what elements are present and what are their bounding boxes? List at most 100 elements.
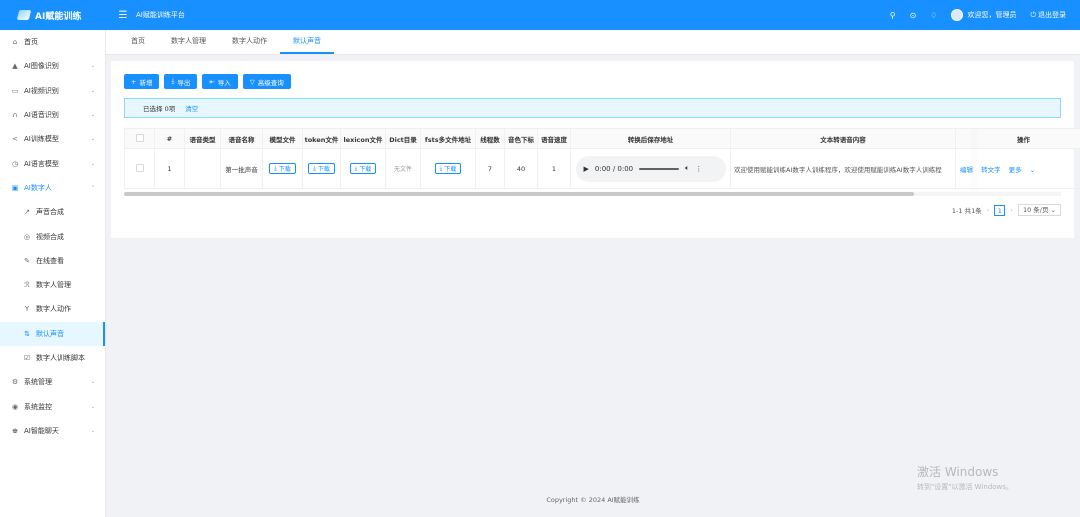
- column-header: 语音名称: [220, 128, 263, 149]
- more-dropdown[interactable]: 更多 ⌄: [1009, 166, 1042, 174]
- sidebar-item-digital-human-action[interactable]: Y 数字人动作: [0, 297, 105, 321]
- sidebar-item-online-view[interactable]: ✎ 在线查看: [0, 249, 105, 273]
- volume-icon[interactable]: 🔈︎: [685, 164, 689, 173]
- chevron-down-icon: ⌄: [90, 63, 95, 70]
- video-icon: ▭: [11, 86, 19, 95]
- target-icon: ◎: [23, 232, 31, 241]
- scrollbar-thumb[interactable]: [124, 192, 914, 196]
- advanced-query-button[interactable]: ▽ 高级查询: [242, 74, 291, 89]
- sidebar-item-system-manage[interactable]: ⚙ 系统管理 ⌄: [0, 370, 105, 394]
- chevron-down-icon: ⌄: [90, 379, 95, 386]
- tab-default-voice[interactable]: 默认声音: [280, 29, 334, 54]
- export-button[interactable]: ⤓ 导出: [164, 74, 198, 89]
- logo-icon: [16, 10, 32, 20]
- page-size-select[interactable]: 10 条/页 ⌄: [1017, 204, 1061, 216]
- sort-icon: ⇅: [24, 329, 30, 338]
- more-vertical-icon[interactable]: ⋮: [695, 165, 702, 173]
- bell-icon[interactable]: ♢: [930, 11, 937, 20]
- logo[interactable]: AI赋能训练: [0, 0, 106, 30]
- logout-button[interactable]: ⏻ 退出登录: [1030, 10, 1066, 20]
- avatar: [951, 9, 964, 21]
- add-label: 新增: [139, 78, 153, 87]
- fsts-download-button[interactable]: ⤓ 下载: [434, 163, 462, 174]
- tab-digital-human-manage[interactable]: 数字人管理: [158, 29, 219, 54]
- convert-text-link[interactable]: 转文字: [981, 166, 1001, 174]
- chevron-down-icon: ⌄: [90, 160, 95, 167]
- menu-fold-icon[interactable]: ☰: [116, 10, 130, 21]
- select-all-checkbox[interactable]: [124, 128, 155, 149]
- download-label: 下载: [359, 166, 372, 173]
- chevron-down-icon: ⌄: [1050, 206, 1056, 214]
- column-header: 转换后保存地址: [570, 128, 731, 149]
- edit-link[interactable]: 编辑: [960, 166, 973, 174]
- sidebar-item-label: 系统监控: [24, 402, 52, 411]
- sidebar-item-label: 在线查看: [36, 256, 64, 265]
- column-header: fsts多文件地址: [420, 128, 476, 149]
- table-header-row: # 语音类型 语音名称 模型文件 token文件 lexicon文件 Dict目…: [124, 128, 1080, 149]
- timbre-cell: 40: [504, 148, 538, 189]
- sidebar-item-default-voice[interactable]: ⇅ 默认声音: [0, 321, 105, 346]
- sidebar-item-label: AI图像识别: [24, 62, 59, 71]
- prev-page-icon[interactable]: ‹: [987, 206, 990, 214]
- triangle-icon: ▲: [12, 62, 18, 71]
- clear-selection-link[interactable]: 清空: [185, 103, 198, 113]
- checkbox-icon: ☑: [23, 354, 31, 362]
- tab-home[interactable]: 首页: [118, 29, 158, 54]
- audio-progress-track[interactable]: [639, 167, 680, 170]
- help-icon[interactable]: ⊙: [910, 11, 917, 20]
- sidebar-item-label: AI智能聊天: [24, 426, 59, 435]
- download-icon: ⤓: [171, 77, 175, 85]
- column-header: 线程数: [475, 128, 505, 149]
- more-label: 更多: [1008, 165, 1022, 174]
- sidebar-item-digital-human-manage[interactable]: ℛ 数字人管理: [0, 273, 105, 297]
- digital-human-icon: ▣: [11, 183, 19, 192]
- footer-copyright: Copyright © 2024 AI赋能训练: [546, 496, 640, 504]
- audio-player[interactable]: ▶ 0:00 / 0:00 🔈︎ ⋮: [575, 155, 726, 182]
- add-button[interactable]: + 新增: [124, 74, 160, 89]
- audio-cell: ▶ 0:00 / 0:00 🔈︎ ⋮: [570, 148, 731, 189]
- sidebar-item-video-synthesis[interactable]: ◎ 视频合成: [0, 224, 105, 248]
- token-download-button[interactable]: ⤓ 下载: [308, 163, 335, 174]
- checkbox[interactable]: [135, 133, 144, 142]
- tab-digital-human-action[interactable]: 数字人动作: [219, 29, 280, 54]
- chevron-up-icon: ⌃: [90, 184, 95, 191]
- headphones-icon: ∩: [12, 111, 18, 120]
- sidebar-item-ai-chat[interactable]: ♚ AI智能聊天 ⌄: [0, 419, 105, 443]
- user-manage-icon: ℛ: [24, 281, 30, 290]
- row-select-cell[interactable]: [124, 148, 155, 189]
- sidebar-item-video-recognition[interactable]: ▭ AI视频识别 ⌄: [0, 79, 105, 103]
- page-number[interactable]: 1: [994, 204, 1006, 216]
- column-header: #: [154, 128, 185, 149]
- horizontal-scrollbar[interactable]: [124, 192, 1061, 196]
- top-header: AI赋能训练 ☰ AI赋能训练平台 ⚲ ⊙ ♢ 欢迎您，管理员 ⏻ 退出登录: [0, 0, 1080, 30]
- chevron-down-icon: ⌄: [90, 112, 95, 119]
- page-size-value: 10 条/页: [1022, 206, 1049, 214]
- sidebar-item-label: 默认声音: [36, 329, 64, 338]
- checkbox[interactable]: [135, 163, 144, 172]
- search-icon[interactable]: ⚲: [890, 11, 896, 20]
- no-file-text: 无文件: [393, 166, 412, 173]
- sidebar-item-training-script[interactable]: ☑ 数字人训练脚本: [0, 346, 105, 370]
- sidebar-item-label: 系统管理: [24, 378, 52, 387]
- sidebar-item-system-monitor[interactable]: ◉ 系统监控 ⌄: [0, 394, 105, 418]
- play-icon[interactable]: ▶: [584, 165, 589, 173]
- sidebar-item-training-model[interactable]: < AI训练模型 ⌄: [0, 127, 105, 151]
- column-header: 模型文件: [262, 128, 303, 149]
- sidebar-item-image-recognition[interactable]: ▲ AI图像识别 ⌄: [0, 54, 105, 78]
- column-header: 语音类型: [184, 128, 221, 149]
- row-index: 1: [154, 148, 185, 189]
- lexicon-download-button[interactable]: ⤓ 下载: [349, 163, 377, 174]
- user-menu[interactable]: 欢迎您，管理员: [951, 9, 1016, 21]
- sidebar-item-home[interactable]: ⌂ 首页: [0, 30, 105, 54]
- sidebar-item-label: 数字人训练脚本: [36, 354, 85, 362]
- sidebar: ⌂ 首页 ▲ AI图像识别 ⌄ ▭ AI视频识别 ⌄ ∩ AI语音识别 ⌄ < AI训练模型 ⌄ …: [0, 30, 106, 517]
- home-icon: ⌂: [12, 38, 18, 47]
- lexicon-file-cell: ⤓ 下载: [340, 148, 386, 189]
- sidebar-item-language-model[interactable]: ◷ AI语言模型 ⌄: [0, 151, 105, 175]
- import-button[interactable]: ⇤ 导入: [202, 74, 238, 89]
- sidebar-item-voice-synthesis[interactable]: ↗ 声音合成: [0, 200, 105, 224]
- next-page-icon[interactable]: ›: [1010, 206, 1013, 214]
- model-download-button[interactable]: ⤓ 下载: [269, 163, 296, 174]
- sidebar-item-speech-recognition[interactable]: ∩ AI语音识别 ⌄: [0, 103, 105, 127]
- sidebar-item-digital-human[interactable]: ▣ AI数字人 ⌃: [0, 176, 105, 200]
